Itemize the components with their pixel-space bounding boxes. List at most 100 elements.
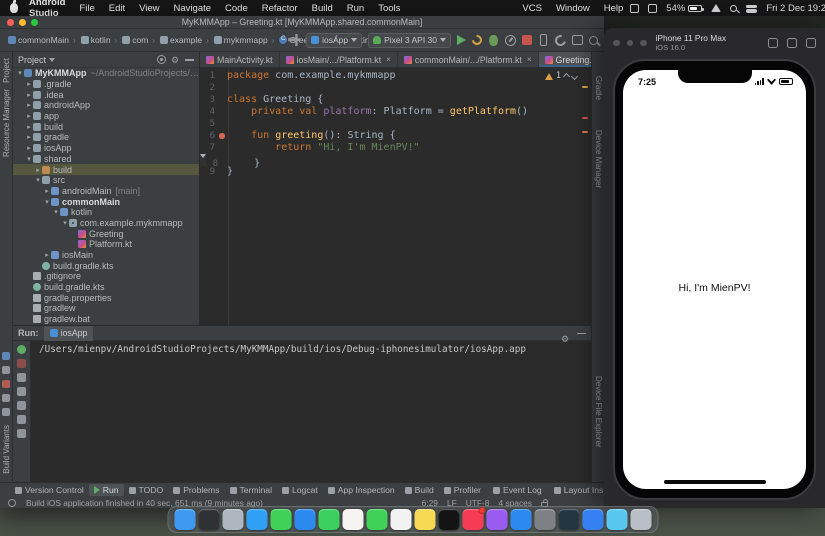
- wifi-icon[interactable]: [711, 4, 722, 12]
- toolwindow-bar-item[interactable]: App Inspection: [323, 484, 400, 496]
- method-gutter-icon[interactable]: [218, 130, 227, 142]
- battery-status[interactable]: 54%: [666, 3, 705, 14]
- method-gutter-icon[interactable]: [218, 70, 227, 82]
- toolwindow-bar-item[interactable]: Event Log: [488, 484, 547, 496]
- menubar-clock[interactable]: Fri 2 Dec 19:25: [766, 3, 825, 14]
- code-line[interactable]: 9 }: [200, 166, 591, 178]
- menu-item[interactable]: Tools: [371, 3, 407, 14]
- maps-dock-icon[interactable]: [318, 509, 339, 530]
- code-line[interactable]: 6 fun greeting(): String {: [200, 130, 591, 142]
- hide-panel-icon[interactable]: [185, 55, 194, 64]
- locate-file-icon[interactable]: [157, 55, 166, 64]
- toolwindow-button[interactable]: Resource Manager: [2, 89, 11, 157]
- toolwindow-bar-item[interactable]: Version Control: [10, 484, 89, 496]
- tree-arrow-icon[interactable]: ▾: [52, 208, 60, 216]
- messages-dock-icon[interactable]: [270, 509, 291, 530]
- tree-row[interactable]: ▾ MyKMMApp ~/AndroidStudioProjects/MyKMM…: [13, 68, 199, 79]
- inspections-widget[interactable]: 1: [544, 71, 579, 81]
- code-line[interactable]: 4 private val platform: Platform = getPl…: [200, 106, 591, 118]
- simulator-titlebar[interactable]: iPhone 11 Pro Max iOS 16.0: [604, 28, 825, 58]
- tree-row[interactable]: build.gradle.kts: [13, 260, 199, 271]
- method-gutter-icon[interactable]: [221, 158, 230, 166]
- menu-item[interactable]: Navigate: [167, 3, 219, 14]
- scroll-up-icon[interactable]: [17, 401, 26, 410]
- sdk-manager-icon[interactable]: [572, 35, 583, 45]
- facetime-dock-icon[interactable]: [366, 509, 387, 530]
- tree-arrow-icon[interactable]: ▸: [25, 144, 33, 152]
- minimize-window-button[interactable]: [19, 19, 26, 26]
- music-dock-icon[interactable]: [462, 507, 485, 530]
- stage-manager-icon[interactable]: [630, 3, 640, 13]
- tree-arrow-icon[interactable]: ▸: [25, 112, 33, 120]
- screenshot-icon[interactable]: [806, 38, 816, 48]
- method-gutter-icon[interactable]: [218, 106, 227, 118]
- toolwindow-bar-item[interactable]: Problems: [168, 484, 224, 496]
- tv-dock-icon[interactable]: [438, 509, 459, 530]
- tree-arrow-icon[interactable]: ▸: [25, 91, 33, 99]
- tree-arrow-icon[interactable]: ▸: [25, 101, 33, 109]
- tree-row[interactable]: .gitignore: [13, 271, 199, 282]
- editor-tab[interactable]: iosMain/.../Platform.kt: [280, 52, 398, 67]
- appstore-dock-icon[interactable]: [510, 509, 531, 530]
- tree-row[interactable]: ▾ shared: [13, 154, 199, 165]
- minimize-panel-icon[interactable]: [577, 329, 586, 338]
- run-console-output[interactable]: /Users/mienpv/AndroidStudioProjects/MyKM…: [31, 341, 591, 483]
- tree-row[interactable]: Platform.kt: [13, 239, 199, 250]
- tree-arrow-icon[interactable]: ▾: [43, 198, 51, 206]
- pin-tab-icon[interactable]: [17, 387, 26, 396]
- toolwindow-button-gradle[interactable]: Gradle: [594, 76, 603, 100]
- method-gutter-icon[interactable]: [218, 82, 227, 94]
- siri-dock-icon[interactable]: [198, 509, 219, 530]
- tree-row[interactable]: ▾ src: [13, 175, 199, 186]
- code-editor[interactable]: 1 package com.example.mykmmapp 2 3 class…: [200, 68, 591, 325]
- breadcrumb-item[interactable]: example: [150, 35, 204, 45]
- tree-row[interactable]: ▾ kotlin: [13, 207, 199, 218]
- prev-issue-icon[interactable]: [562, 72, 571, 80]
- restore-layout-icon[interactable]: [17, 373, 26, 382]
- launchpad-dock-icon[interactable]: [222, 509, 243, 530]
- profile-button[interactable]: [505, 34, 516, 46]
- iphone-screen[interactable]: 7:25 Hi, I'm MienPV!: [623, 70, 806, 489]
- tree-arrow-icon[interactable]: ▾: [61, 219, 69, 227]
- background-task-icon[interactable]: [8, 498, 16, 507]
- method-gutter-icon[interactable]: [218, 94, 227, 106]
- settings-dock-icon[interactable]: [534, 509, 555, 530]
- code-line[interactable]: 8 }: [200, 154, 260, 169]
- tree-row[interactable]: ▸ androidMain [main]: [13, 186, 199, 197]
- toolwindow-bar-item[interactable]: TODO: [124, 484, 169, 496]
- control-center-icon[interactable]: [746, 4, 757, 13]
- toolwindow-bar-item[interactable]: Build: [400, 484, 439, 496]
- clear-output-icon[interactable]: [17, 429, 26, 438]
- tree-arrow-icon[interactable]: ▸: [43, 187, 51, 195]
- project-panel-header[interactable]: Project: [13, 52, 199, 68]
- tree-row[interactable]: ▾ commonMain: [13, 196, 199, 207]
- menu-item[interactable]: Build: [305, 3, 340, 14]
- tree-row[interactable]: ▸ .idea: [13, 89, 199, 100]
- menu-item[interactable]: View: [132, 3, 166, 14]
- scroll-down-icon[interactable]: [17, 415, 26, 424]
- menu-item[interactable]: Help: [597, 3, 631, 14]
- spotlight-icon[interactable]: [730, 4, 738, 12]
- toolwindow-button-device-manager[interactable]: Device Manager: [594, 130, 603, 188]
- toolwindow-bar-item[interactable]: Profiler: [439, 484, 486, 496]
- device-select[interactable]: Pixel 3 API 30: [368, 32, 451, 48]
- simulator-dock-icon[interactable]: [606, 509, 627, 530]
- breadcrumb-item[interactable]: com: [113, 35, 151, 45]
- method-gutter-icon[interactable]: [218, 118, 227, 130]
- warning-stripe-mark[interactable]: [582, 131, 588, 133]
- apply-changes-icon[interactable]: [469, 32, 485, 48]
- tree-arrow-icon[interactable]: ▸: [25, 123, 33, 131]
- warning-stripe-mark[interactable]: [582, 86, 588, 88]
- calendar-dock-icon[interactable]: [390, 509, 411, 530]
- tree-row[interactable]: gradlew: [13, 303, 199, 314]
- rerun-icon[interactable]: [17, 345, 26, 354]
- menu-item[interactable]: Refactor: [255, 3, 305, 14]
- build-hammer-icon[interactable]: [288, 34, 301, 46]
- run-settings-icon[interactable]: [561, 329, 570, 338]
- close-tab-icon[interactable]: [386, 55, 391, 64]
- zoom-window-button[interactable]: [640, 39, 647, 47]
- device-manager-icon[interactable]: [540, 34, 547, 46]
- gradle-sync-icon[interactable]: [552, 32, 569, 48]
- close-window-button[interactable]: [7, 19, 14, 26]
- toolwindow-bar-item[interactable]: Terminal: [225, 484, 277, 496]
